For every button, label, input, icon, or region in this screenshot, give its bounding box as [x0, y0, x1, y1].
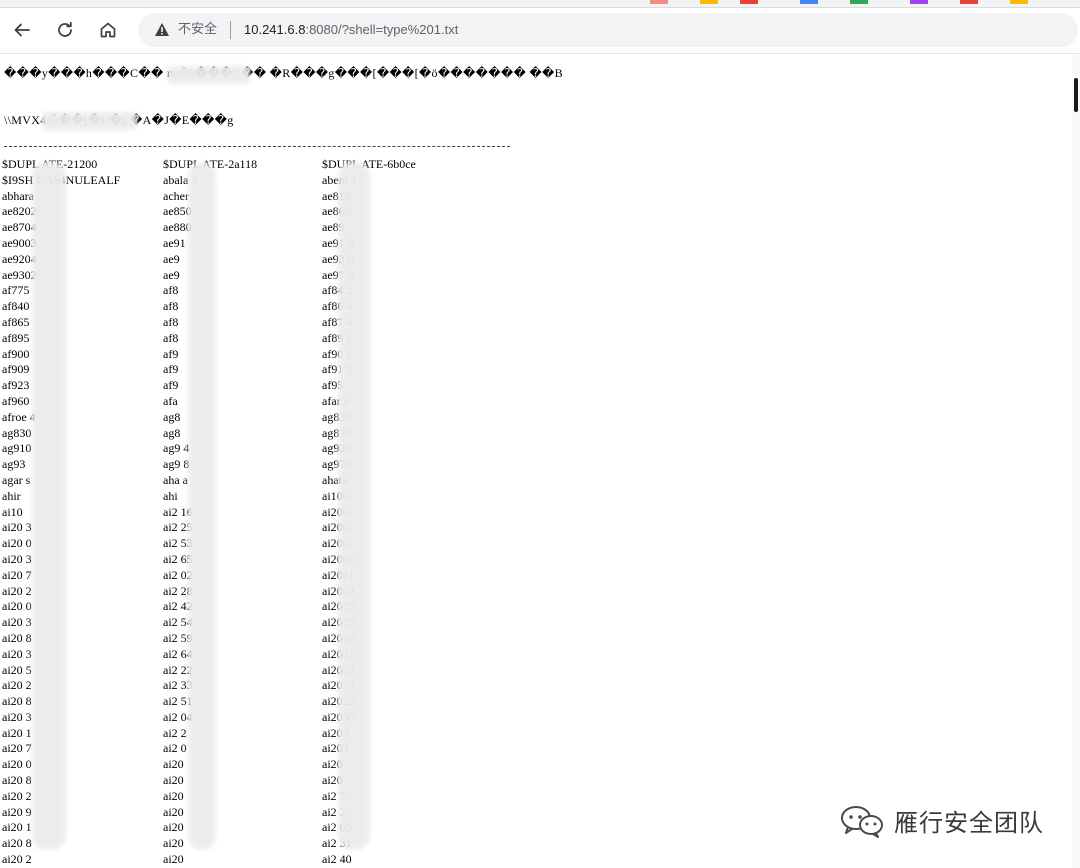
- home-icon: [100, 22, 116, 38]
- url-host: 10.241.6.8: [244, 22, 306, 37]
- reload-button[interactable]: [49, 14, 81, 46]
- url-path: :8080/?shell=type%201.txt: [305, 22, 459, 37]
- security-status-label[interactable]: 不安全: [178, 21, 217, 39]
- tab-indicator: [960, 0, 978, 4]
- tab-indicator: [700, 0, 718, 4]
- output-separator: [4, 146, 510, 147]
- tab-indicator: [650, 0, 668, 4]
- watermark-text: 雁行安全团队: [894, 809, 1044, 837]
- redaction-mask: [32, 162, 66, 850]
- redaction-mask: [168, 66, 250, 84]
- tab-indicator: [910, 0, 928, 4]
- vertical-scrollbar[interactable]: [1072, 54, 1080, 868]
- account-entry: ai20: [163, 852, 184, 867]
- redaction-mask: [42, 112, 137, 130]
- account-entry: ai2 40: [322, 852, 352, 867]
- home-button[interactable]: [92, 14, 124, 46]
- warning-triangle-icon[interactable]: [154, 22, 170, 41]
- scrollbar-thumb[interactable]: [1074, 78, 1078, 112]
- tab-indicator: [850, 0, 868, 4]
- back-arrow-icon: [14, 23, 30, 37]
- account-entry: ai20 2: [2, 852, 32, 867]
- browser-toolbar: 不安全 10.241.6.8:8080/?shell=type%201.txt: [0, 8, 1080, 54]
- address-bar[interactable]: 不安全 10.241.6.8:8080/?shell=type%201.txt: [138, 13, 1078, 47]
- address-divider: [230, 21, 231, 39]
- tab-indicator: [800, 0, 818, 4]
- redaction-mask: [188, 162, 216, 850]
- reload-icon: [58, 21, 72, 37]
- command-output-line: ���y���h���C�� m Õh���C�� �R���g���[���[…: [4, 66, 563, 80]
- page-content: ���y���h���C�� m Õh���C�� �R���g���[���[…: [0, 54, 1072, 868]
- tab-strip: [0, 0, 1080, 8]
- tab-indicator: [1010, 0, 1028, 4]
- tab-indicator: [740, 0, 758, 4]
- watermark: 雁行安全团队: [840, 803, 1044, 838]
- url-text[interactable]: 10.241.6.8:8080/?shell=type%201.txt: [244, 21, 458, 39]
- wechat-icon: [841, 805, 883, 838]
- redaction-mask: [338, 162, 370, 850]
- back-button[interactable]: [6, 14, 38, 46]
